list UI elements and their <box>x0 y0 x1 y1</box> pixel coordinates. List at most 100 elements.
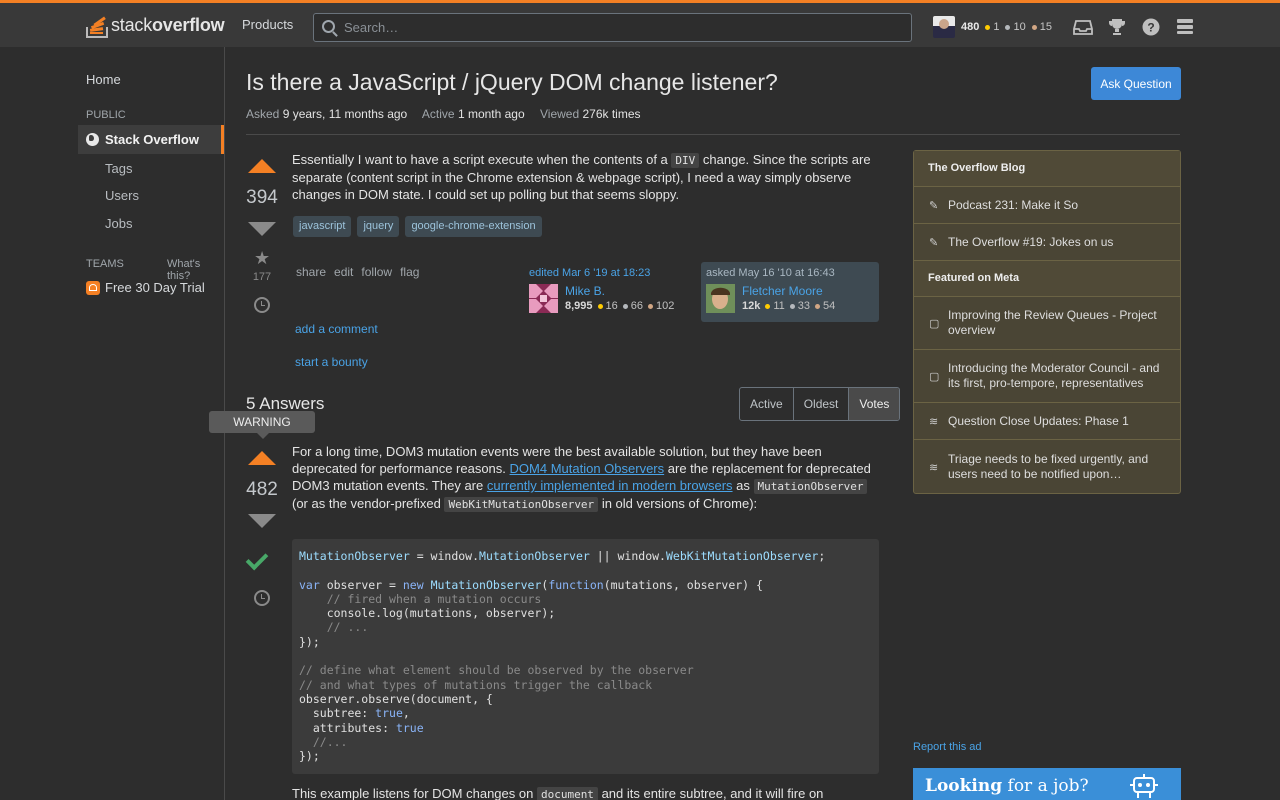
question-tags: javascript jquery google-chrome-extensio… <box>293 216 542 237</box>
meta-item[interactable]: ≋ Triage needs to be fixed urgently, and … <box>914 440 1180 493</box>
blog-item[interactable]: ✎ The Overflow #19: Jokes on us <box>914 224 1180 261</box>
free-trial-label: Free 30 Day Trial <box>105 280 205 295</box>
logo-text-light: stack <box>111 14 153 35</box>
editor-card: edited Mar 6 '19 at 18:23 Mike B. 8,995 … <box>524 262 699 322</box>
sidebar-widget: The Overflow Blog ✎ Podcast 231: Make it … <box>913 150 1181 494</box>
top-bar: stackoverflow Products 480 1 10 15 ? <box>0 0 1280 47</box>
inline-code: DIV <box>671 153 700 168</box>
accepted-check-icon <box>245 547 269 571</box>
svg-text:?: ? <box>1147 21 1154 35</box>
sort-tab-active[interactable]: Active <box>740 388 794 420</box>
inbox-icon[interactable] <box>1073 17 1093 37</box>
follow-link[interactable]: follow <box>361 265 392 279</box>
ask-question-button[interactable]: Ask Question <box>1091 67 1181 100</box>
user-card[interactable]: 480 1 10 15 <box>933 15 1052 39</box>
asked-timestamp: asked May 16 '10 at 16:43 <box>706 267 835 279</box>
editor-name[interactable]: Mike B. <box>565 284 605 298</box>
gold-badges: 1 <box>985 21 999 33</box>
answer-score: 482 <box>246 479 278 500</box>
nav-section-public: PUBLIC <box>86 109 126 121</box>
meta-item[interactable]: ≋ Question Close Updates: Phase 1 <box>914 403 1180 440</box>
nav-stack-overflow[interactable]: Stack Overflow <box>78 125 224 154</box>
flag-link[interactable]: flag <box>400 265 419 279</box>
stack-icon: ≋ <box>929 416 939 428</box>
add-comment-link[interactable]: add a comment <box>295 322 378 336</box>
dom4-mutation-observers-link[interactable]: DOM4 Mutation Observers <box>510 461 665 476</box>
meta-item[interactable]: ▢ Improving the Review Queues - Project o… <box>914 297 1180 350</box>
free-trial-link[interactable]: Free 30 Day Trial <box>86 280 205 295</box>
asked-label: Asked <box>246 107 280 121</box>
search-box[interactable] <box>313 13 912 42</box>
site-switcher-icon[interactable] <box>1175 17 1195 37</box>
nav-stack-overflow-label: Stack Overflow <box>105 132 199 147</box>
active-value: 1 month ago <box>457 107 525 121</box>
question-upvote-icon[interactable] <box>248 159 276 173</box>
favorite-count: 177 <box>252 271 272 283</box>
nav-home[interactable]: Home <box>86 72 121 87</box>
chat-icon: ▢ <box>929 318 940 330</box>
edited-timestamp[interactable]: edited Mar 6 '19 at 18:23 <box>529 267 694 279</box>
job-ad-banner[interactable]: Looking for a job? <box>913 768 1181 800</box>
question-title[interactable]: Is there a JavaScript / jQuery DOM chang… <box>246 69 778 96</box>
asker-name[interactable]: Fletcher Moore <box>742 284 823 298</box>
post-menu: share edit follow flag <box>296 265 419 279</box>
teams-icon <box>86 280 100 295</box>
stack-icon: ≋ <box>929 461 939 474</box>
question-body: Essentially I want to have a script exec… <box>292 152 871 202</box>
search-input[interactable] <box>344 14 904 41</box>
products-menu[interactable]: Products <box>230 10 305 40</box>
inline-code: WebKitMutationObserver <box>444 497 599 512</box>
tag-jquery[interactable]: jquery <box>357 216 400 237</box>
blog-heading: The Overflow Blog <box>914 151 1180 187</box>
sort-tab-votes[interactable]: Votes <box>849 388 900 420</box>
left-sidebar: Home PUBLIC Stack Overflow Tags Users Jo… <box>0 47 225 800</box>
user-avatar[interactable] <box>933 16 955 38</box>
chat-icon: ▢ <box>929 371 940 383</box>
answer-upvote-icon[interactable] <box>248 451 276 465</box>
sort-tab-oldest[interactable]: Oldest <box>794 388 850 420</box>
divider <box>246 134 1180 135</box>
meta-item[interactable]: ▢ Introducing the Moderator Council - and… <box>914 350 1180 403</box>
share-link[interactable]: share <box>296 265 326 279</box>
active-label: Active <box>421 107 455 121</box>
tag-javascript[interactable]: javascript <box>293 216 352 237</box>
pencil-icon: ✎ <box>929 237 939 249</box>
stackoverflow-logo[interactable]: stackoverflow <box>86 10 225 40</box>
question-downvote-icon[interactable] <box>248 222 276 236</box>
search-icon <box>322 20 335 33</box>
nav-jobs[interactable]: Jobs <box>105 216 132 231</box>
answer-history-icon[interactable] <box>254 590 270 606</box>
answer-downvote-icon[interactable] <box>248 514 276 528</box>
answer-body: For a long time, DOM3 mutation events we… <box>292 444 871 512</box>
start-bounty-link[interactable]: start a bounty <box>295 355 368 369</box>
question-score: 394 <box>246 187 278 208</box>
asked-value: 9 years, 11 months ago <box>282 107 408 121</box>
nav-section-teams: TEAMS <box>86 258 124 270</box>
asker-avatar[interactable] <box>706 284 735 313</box>
report-ad-link[interactable]: Report this ad <box>913 741 981 753</box>
editor-avatar[interactable] <box>529 284 558 313</box>
achievements-icon[interactable] <box>1107 17 1127 37</box>
asker-stats: 12k 11 33 54 <box>742 300 836 312</box>
nav-users[interactable]: Users <box>105 188 139 203</box>
answer-sort-tabs: Active Oldest Votes <box>739 387 901 421</box>
bronze-badges: 15 <box>1031 21 1052 33</box>
bookmark-star-icon[interactable]: ★ <box>254 248 270 269</box>
edit-link[interactable]: edit <box>334 265 353 279</box>
modern-browsers-link[interactable]: currently implemented in modern browsers <box>487 478 733 493</box>
whats-this-link[interactable]: What's this? <box>167 258 224 282</box>
question-meta: Asked 9 years, 11 months ago Active 1 mo… <box>246 107 653 121</box>
reputation: 480 <box>961 21 980 33</box>
nav-tags[interactable]: Tags <box>105 161 132 176</box>
blog-item[interactable]: ✎ Podcast 231: Make it So <box>914 187 1180 224</box>
editor-stats: 8,995 16 66 102 <box>565 300 675 312</box>
inline-code: document <box>536 787 598 800</box>
asker-card: asked May 16 '10 at 16:43 Fletcher Moore… <box>701 262 879 322</box>
viewed-value: 276k times <box>582 107 641 121</box>
logo-icon <box>86 12 108 38</box>
question-history-icon[interactable] <box>254 297 270 313</box>
help-icon[interactable]: ? <box>1141 17 1161 37</box>
tag-google-chrome-extension[interactable]: google-chrome-extension <box>405 216 542 237</box>
viewed-label: Viewed <box>540 107 580 121</box>
meta-heading: Featured on Meta <box>914 261 1180 297</box>
